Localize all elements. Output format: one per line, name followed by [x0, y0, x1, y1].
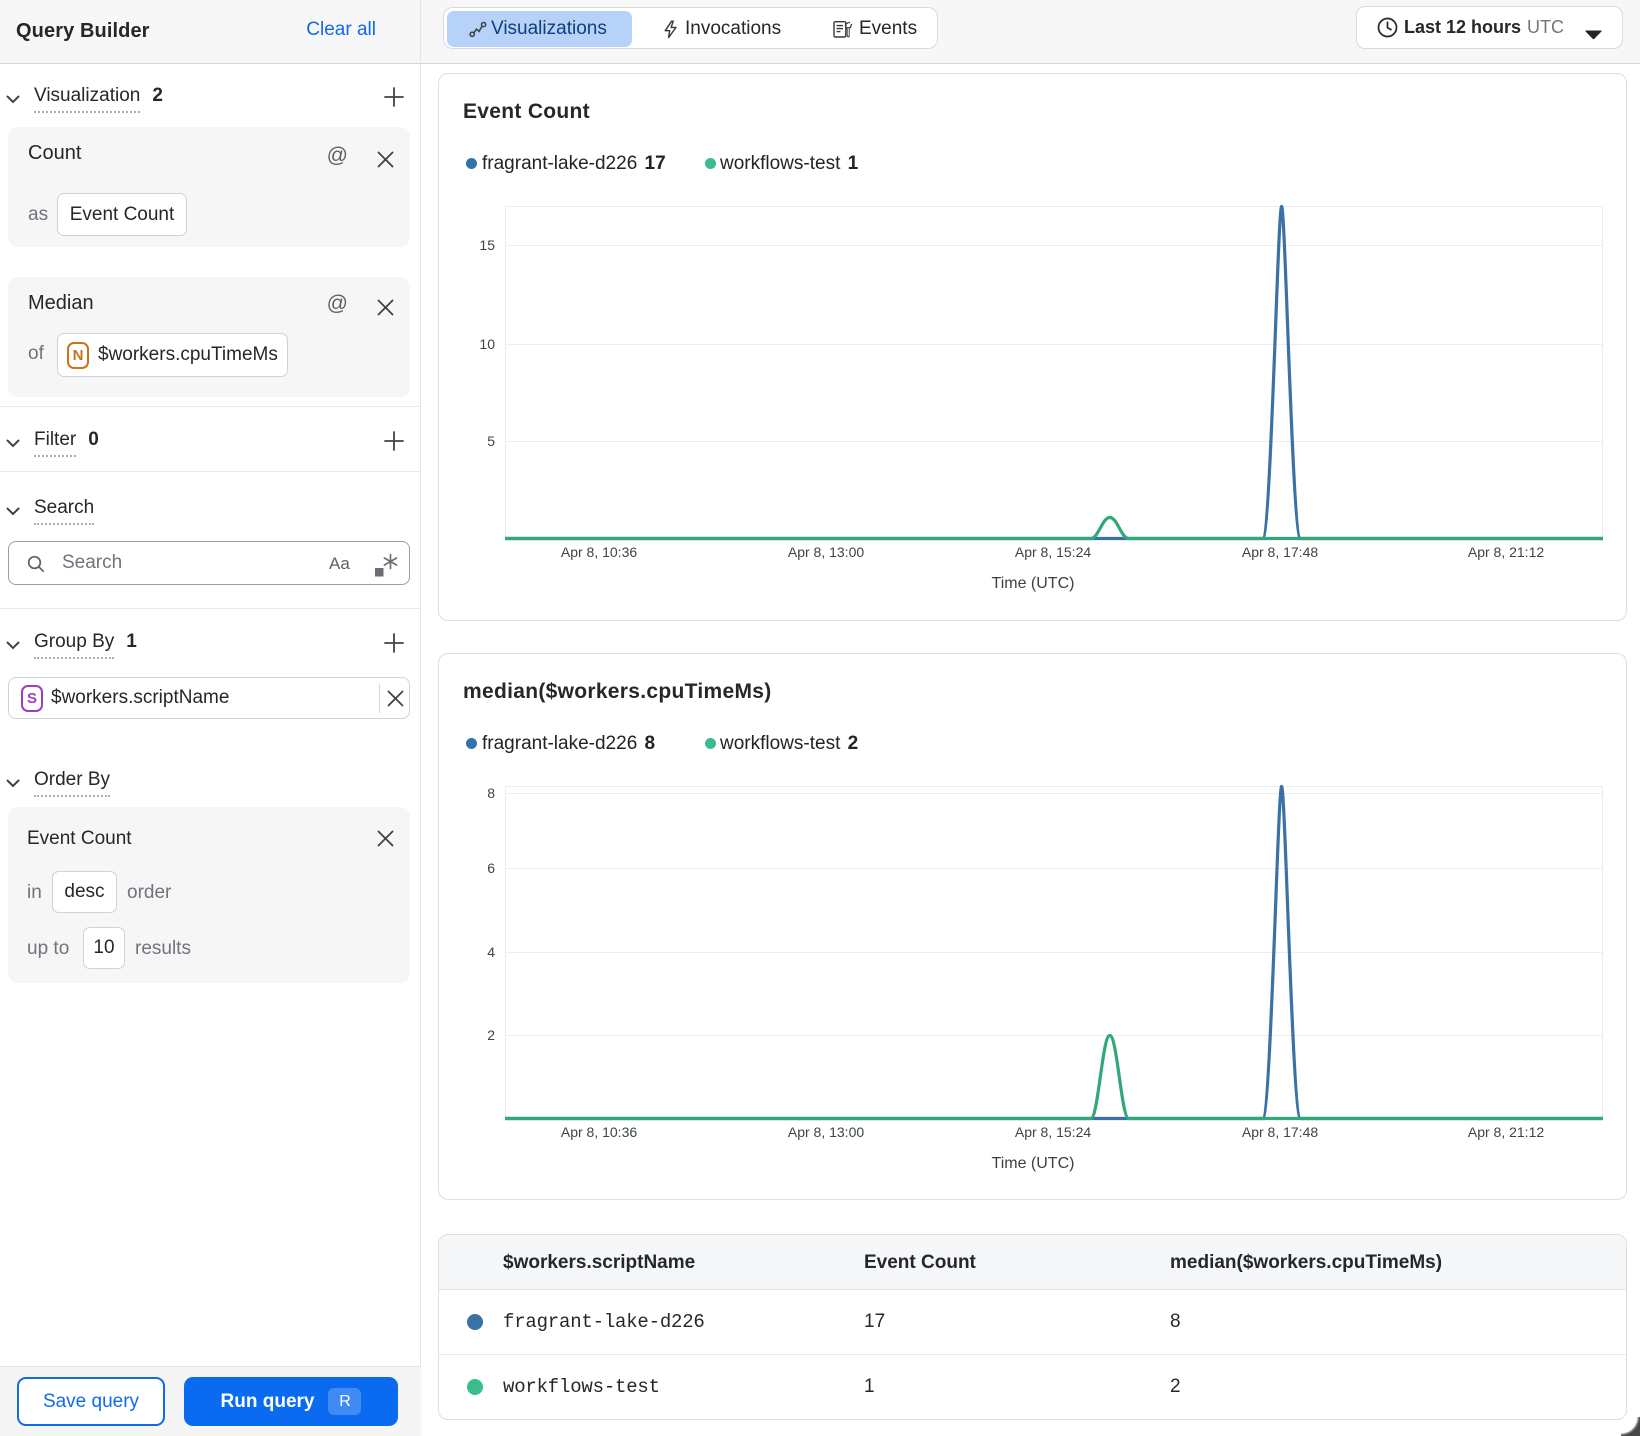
- svg-text:Apr 8, 15:24: Apr 8, 15:24: [1015, 544, 1091, 560]
- svg-text:5: 5: [487, 433, 495, 449]
- svg-text:15: 15: [479, 237, 495, 253]
- svg-text:Apr 8, 21:12: Apr 8, 21:12: [1468, 1124, 1544, 1140]
- svg-text:2: 2: [487, 1027, 495, 1043]
- svg-text:Apr 8, 17:48: Apr 8, 17:48: [1242, 544, 1318, 560]
- svg-text:Apr 8, 10:36: Apr 8, 10:36: [561, 1124, 637, 1140]
- svg-text:Apr 8, 21:12: Apr 8, 21:12: [1468, 544, 1544, 560]
- svg-text:8: 8: [487, 785, 495, 801]
- svg-text:10: 10: [479, 336, 495, 352]
- svg-text:Apr 8, 17:48: Apr 8, 17:48: [1242, 1124, 1318, 1140]
- svg-text:Apr 8, 15:24: Apr 8, 15:24: [1015, 1124, 1091, 1140]
- svg-text:Time (UTC): Time (UTC): [992, 575, 1075, 592]
- svg-text:Apr 8, 13:00: Apr 8, 13:00: [788, 1124, 864, 1140]
- svg-text:4: 4: [487, 944, 495, 960]
- svg-text:Time (UTC): Time (UTC): [992, 1155, 1075, 1172]
- svg-text:6: 6: [487, 860, 495, 876]
- svg-text:Apr 8, 13:00: Apr 8, 13:00: [788, 544, 864, 560]
- svg-text:Apr 8, 10:36: Apr 8, 10:36: [561, 544, 637, 560]
